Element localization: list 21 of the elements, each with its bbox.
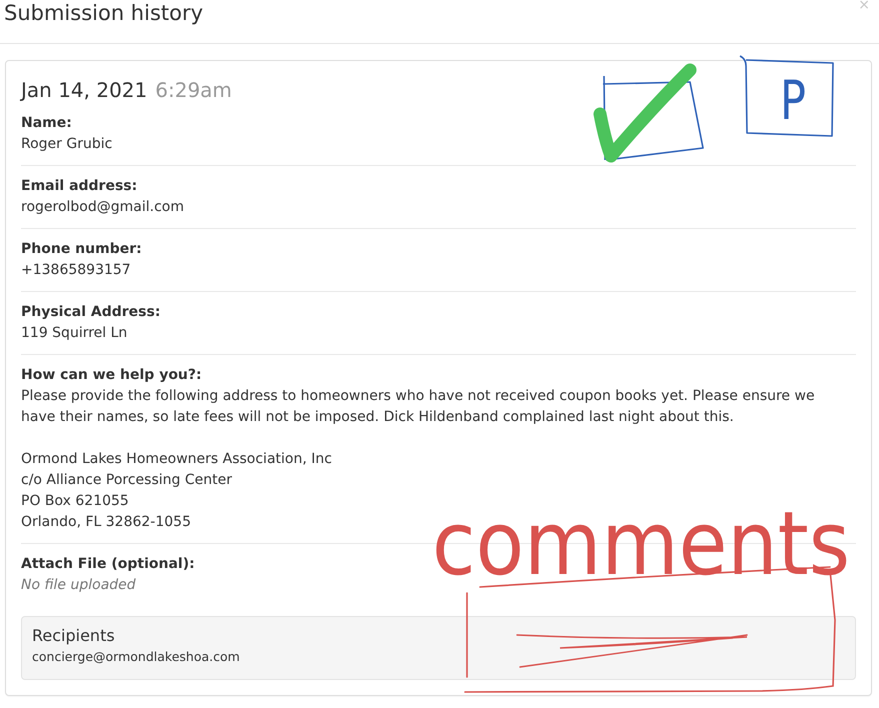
dialog-title: Submission history xyxy=(4,0,204,26)
field-value: +13865893157 xyxy=(21,261,131,280)
field-label: How can we help you?: xyxy=(21,366,202,385)
recipients-heading: Recipients xyxy=(32,626,115,646)
field-label: Name: xyxy=(21,114,72,133)
field-value: rogerolbod@gmail.com xyxy=(21,198,184,217)
message-paragraph: Ormond Lakes Homeowners Association, Inc c/o Alliance Porcessing Center PO Box 621055 Orlando, FL 32862-1055 xyxy=(21,450,332,532)
handwritten-letter: P xyxy=(780,69,813,132)
recipient-email: concierge@ormondlakeshoa.com xyxy=(32,648,240,666)
submission-date: Jan 14, 2021 xyxy=(21,78,148,102)
submission-time: 6:29am xyxy=(155,78,232,102)
file-status: No file uploaded xyxy=(21,576,136,595)
field-value: 119 Squirrel Ln xyxy=(21,324,128,343)
close-button[interactable]: × xyxy=(858,0,870,11)
field-value: Roger Grubic xyxy=(21,135,112,154)
field-label: Physical Address: xyxy=(21,303,160,322)
message-paragraph: Please provide the following address to homeowners who have not received coupon books yet. Please ensure we have their names, so late fees will not be imposed. Dick Hildenband complained last night about this. xyxy=(21,387,816,427)
handwritten-note: comments xyxy=(432,492,879,595)
field-label: Email address: xyxy=(21,177,138,196)
field-label: Phone number: xyxy=(21,240,142,259)
field-label: Attach File (optional): xyxy=(21,555,195,574)
